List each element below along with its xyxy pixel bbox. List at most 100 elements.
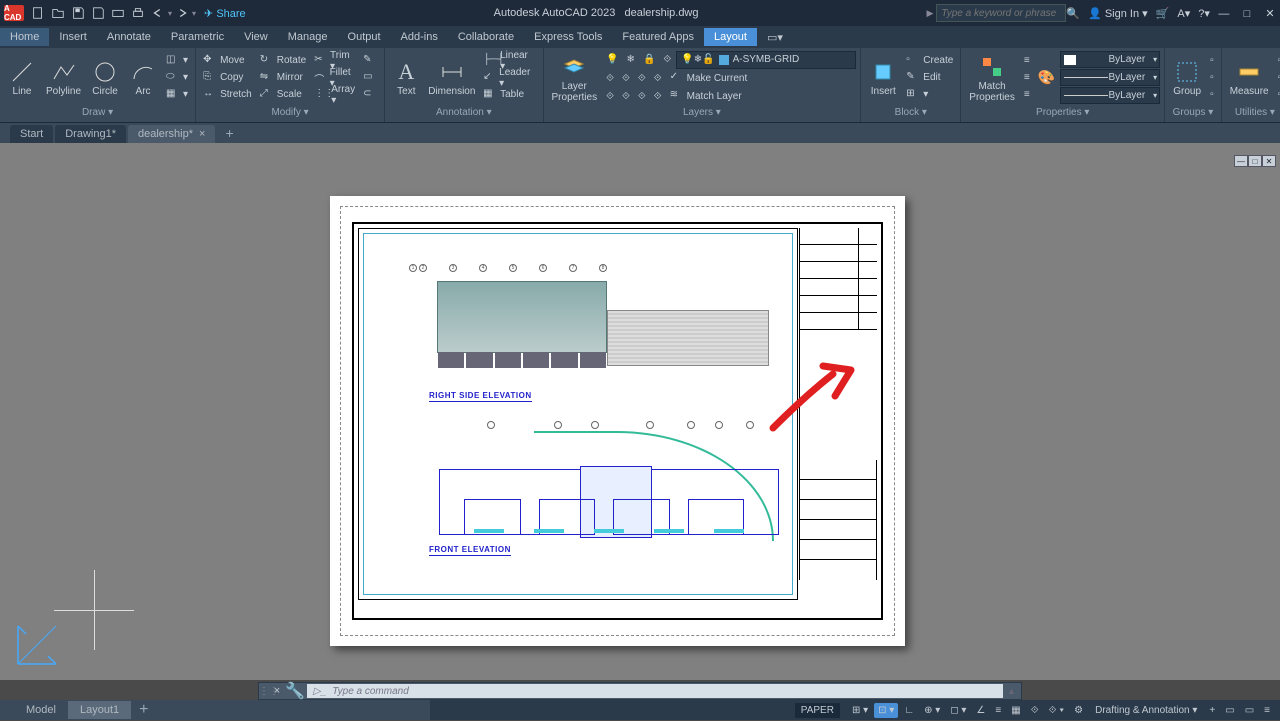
tab-view[interactable]: View xyxy=(234,28,278,46)
new-tab-button[interactable]: + xyxy=(217,123,241,143)
new-icon[interactable] xyxy=(29,4,47,22)
close-button[interactable]: ✕ xyxy=(1260,7,1280,20)
status-clean-icon[interactable]: ▭ xyxy=(1241,703,1258,718)
save-icon[interactable] xyxy=(69,4,87,22)
vp-min-button[interactable]: — xyxy=(1234,155,1248,167)
measure-button[interactable]: Measure xyxy=(1226,56,1273,99)
circle-button[interactable]: Circle xyxy=(87,56,123,99)
draw-extra-2[interactable]: ⬭▾ xyxy=(163,69,191,86)
modify-extra-3[interactable]: ⊂ xyxy=(360,86,380,103)
cmd-close-icon[interactable]: × xyxy=(269,685,285,697)
tab-express[interactable]: Express Tools xyxy=(524,28,612,46)
workspace-switcher[interactable]: Drafting & Annotation ▾ xyxy=(1089,703,1203,718)
linetype-dropdown[interactable]: ByLayer xyxy=(1060,87,1160,104)
rotate-button[interactable]: ↻Rotate xyxy=(257,52,309,69)
file-tab-dealership[interactable]: dealership*× xyxy=(128,125,215,143)
vp-max-button[interactable]: □ xyxy=(1248,155,1262,167)
insert-block-button[interactable]: Insert xyxy=(865,56,901,99)
minimize-button[interactable]: — xyxy=(1214,8,1234,20)
line-button[interactable]: Line xyxy=(4,56,40,99)
tab-extra[interactable]: ▭▾ xyxy=(757,28,793,47)
status-plus-icon[interactable]: + xyxy=(1205,703,1219,718)
layer-row3-1[interactable]: ⟐ xyxy=(603,88,617,105)
layer-row3-4[interactable]: ⟐ xyxy=(651,88,665,105)
model-tab[interactable]: Model xyxy=(14,701,68,719)
block-extra[interactable]: ⊞▾ xyxy=(903,86,956,103)
space-indicator[interactable]: PAPER xyxy=(795,703,840,718)
panel-annotation-title[interactable]: Annotation ▾ xyxy=(389,105,538,120)
search-icon[interactable]: 🔍 xyxy=(1066,7,1080,20)
draw-extra-3[interactable]: ▦▾ xyxy=(163,86,191,103)
close-tab-icon[interactable]: × xyxy=(199,128,205,140)
prop-row1-icon[interactable]: ≡ xyxy=(1021,52,1033,69)
tab-annotate[interactable]: Annotate xyxy=(97,28,161,46)
redo-icon[interactable] xyxy=(173,4,191,22)
prop-row2-icon[interactable]: ≡ xyxy=(1021,69,1033,86)
match-properties-button[interactable]: Match Properties xyxy=(965,51,1019,105)
tab-featured[interactable]: Featured Apps xyxy=(612,28,704,46)
layer-icon-2[interactable]: ❄ xyxy=(624,51,638,68)
print-icon[interactable] xyxy=(129,4,147,22)
layout1-tab[interactable]: Layout1 xyxy=(68,701,131,719)
panel-layers-title[interactable]: Layers ▾ xyxy=(548,105,857,120)
tab-output[interactable]: Output xyxy=(338,28,391,46)
panel-modify-title[interactable]: Modify ▾ xyxy=(200,105,380,120)
status-osnap-icon[interactable]: ◻ ▾ xyxy=(946,703,970,718)
edit-block-button[interactable]: ✎Edit xyxy=(903,69,956,86)
status-anno-icon[interactable]: ⟐ ▾ xyxy=(1045,703,1069,718)
cart-icon[interactable]: 🛒 xyxy=(1156,7,1170,20)
group-extra-2[interactable]: ▫ xyxy=(1207,69,1217,86)
layer-dropdown[interactable]: 💡❄🔓 A-SYMB-GRID xyxy=(676,51,856,69)
paper-sheet[interactable]: 1 2 3 4 5 6 7 8 RIGHT SIDE ELEVATION xyxy=(330,196,905,646)
viewport-frame[interactable]: 1 2 3 4 5 6 7 8 RIGHT SIDE ELEVATION xyxy=(358,228,798,600)
panel-draw-title[interactable]: Draw ▾ xyxy=(4,105,191,120)
layer-icon-3[interactable]: 🔒 xyxy=(640,51,658,68)
maximize-button[interactable]: □ xyxy=(1237,8,1257,20)
layer-properties-button[interactable]: Layer Properties xyxy=(548,51,602,105)
cmd-customize-icon[interactable]: 🔧 xyxy=(285,681,303,701)
group-extra-1[interactable]: ▫ xyxy=(1207,52,1217,69)
status-grid-icon[interactable]: ⊞ ▾ xyxy=(848,703,872,718)
array-button[interactable]: ⋮⋮Array ▾ xyxy=(311,86,358,103)
util-extra-1[interactable]: ▫ xyxy=(1275,52,1280,69)
tab-manage[interactable]: Manage xyxy=(278,28,338,46)
color-dropdown[interactable]: ByLayer xyxy=(1060,51,1160,68)
make-current-button[interactable]: ✓Make Current xyxy=(667,70,847,87)
group-extra-3[interactable]: ▫ xyxy=(1207,86,1217,103)
status-polar-icon[interactable]: ⊕ ▾ xyxy=(920,703,944,718)
util-extra-2[interactable]: ▫ xyxy=(1275,69,1280,86)
util-extra-3[interactable]: ▫ xyxy=(1275,86,1280,103)
scale-button[interactable]: ⤢Scale xyxy=(257,86,309,103)
share-link[interactable]: ✈ Share xyxy=(204,7,246,20)
help-icon[interactable]: ?▾ xyxy=(1198,7,1210,20)
plot-icon[interactable] xyxy=(109,4,127,22)
table-button[interactable]: ▦Table xyxy=(480,86,538,103)
status-snap-icon[interactable]: ⊡ ▾ xyxy=(874,703,898,718)
layer-icon-1[interactable]: 💡 xyxy=(603,51,621,68)
match-layer-button[interactable]: ≋Match Layer xyxy=(667,88,847,105)
vp-close-button[interactable]: ✕ xyxy=(1262,155,1276,167)
add-layout-button[interactable]: + xyxy=(131,699,156,721)
tab-parametric[interactable]: Parametric xyxy=(161,28,234,46)
status-lw-icon[interactable]: ≡ xyxy=(991,703,1005,718)
status-ortho-icon[interactable]: ∟ xyxy=(900,703,918,718)
layer-row3-2[interactable]: ⟐ xyxy=(619,88,633,105)
lineweight-dropdown[interactable]: ByLayer xyxy=(1060,69,1160,86)
status-gear-icon[interactable]: ⚙ xyxy=(1070,703,1087,718)
status-custom-icon[interactable]: ≡ xyxy=(1260,703,1274,718)
modify-extra-2[interactable]: ▭ xyxy=(360,69,380,86)
mirror-button[interactable]: ⇋Mirror xyxy=(257,69,309,86)
command-input[interactable]: ▷_Type a command xyxy=(307,684,1003,698)
help-search-input[interactable] xyxy=(936,4,1066,22)
layer-row2-4[interactable]: ⟐ xyxy=(651,70,665,87)
layer-row2-1[interactable]: ⟐ xyxy=(603,70,617,87)
file-tab-start[interactable]: Start xyxy=(10,125,53,143)
signin-button[interactable]: 👤 Sign In ▾ xyxy=(1088,7,1148,20)
layer-row3-3[interactable]: ⟐ xyxy=(635,88,649,105)
panel-properties-title[interactable]: Properties ▾ xyxy=(965,105,1160,120)
create-block-button[interactable]: ▫Create xyxy=(903,52,956,69)
modify-extra-1[interactable]: ✎ xyxy=(360,52,380,69)
apps-icon[interactable]: A▾ xyxy=(1177,7,1190,20)
layer-row2-2[interactable]: ⟐ xyxy=(619,70,633,87)
copy-button[interactable]: ⎘Copy xyxy=(200,69,255,86)
